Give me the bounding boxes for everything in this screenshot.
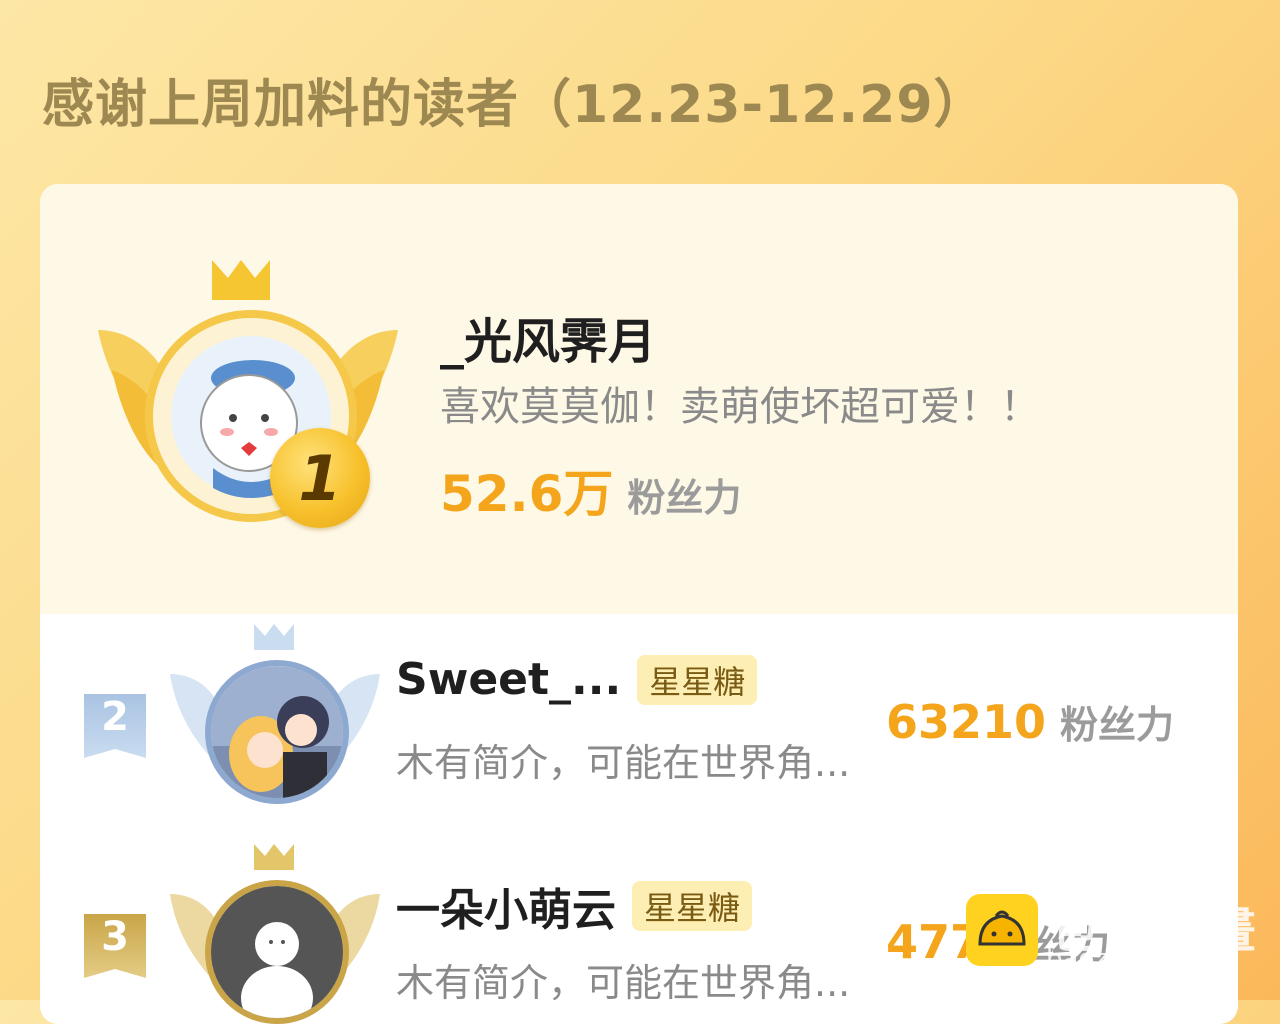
reader-avatar[interactable] [205, 660, 349, 804]
reader-bio: 木有简介，可能在世界角... [396, 741, 851, 785]
fans-unit: 粉丝力 [627, 476, 742, 520]
top-reader-name[interactable]: _光风霁月 [440, 302, 656, 372]
top-reader-fans: 52.6万 粉丝力 [440, 454, 741, 526]
reader-name[interactable]: Sweet_... [396, 654, 621, 705]
reader-row[interactable]: 2 Sweet_... 星星糖 木有简介，可能在世界角... 63210 粉丝力 [40, 624, 1238, 824]
reader-name-row: 一朵小萌云 星星糖 [396, 874, 753, 938]
reader-name[interactable]: 一朵小萌云 [396, 874, 616, 938]
default-user-avatar-icon [211, 886, 343, 1018]
rank-2-ribbon: 2 [84, 694, 146, 758]
fans-value: 52.6万 [440, 465, 614, 523]
rank-1-medal: 1 [270, 428, 370, 528]
fans-unit: 粉丝力 [1060, 703, 1175, 747]
fans-value: 63210 [886, 695, 1047, 749]
top-reader-panel[interactable]: 1 _光风霁月 喜欢莫莫伽！卖萌使坏超可爱！！ 52.6万 粉丝力 [40, 184, 1238, 614]
avatar-image [211, 666, 343, 798]
reader-avatar[interactable] [205, 880, 349, 1024]
top-reader-bio: 喜欢莫莫伽！卖萌使坏超可爱！！ [440, 384, 1040, 430]
page-title: 感谢上周加料的读者（12.23-12.29） [42, 75, 987, 135]
reader-fans: 63210 粉丝力 [886, 694, 1174, 749]
reader-tag: 星星糖 [632, 881, 753, 931]
reader-name-row: Sweet_... 星星糖 [396, 654, 758, 705]
rank-3-ribbon: 3 [84, 914, 146, 978]
reader-bio: 木有简介，可能在世界角... [396, 961, 851, 1005]
baozi-logo-icon [966, 894, 1038, 966]
reader-tag: 星星糖 [637, 654, 758, 705]
watermark-url: baozimh.com [1046, 944, 1221, 974]
